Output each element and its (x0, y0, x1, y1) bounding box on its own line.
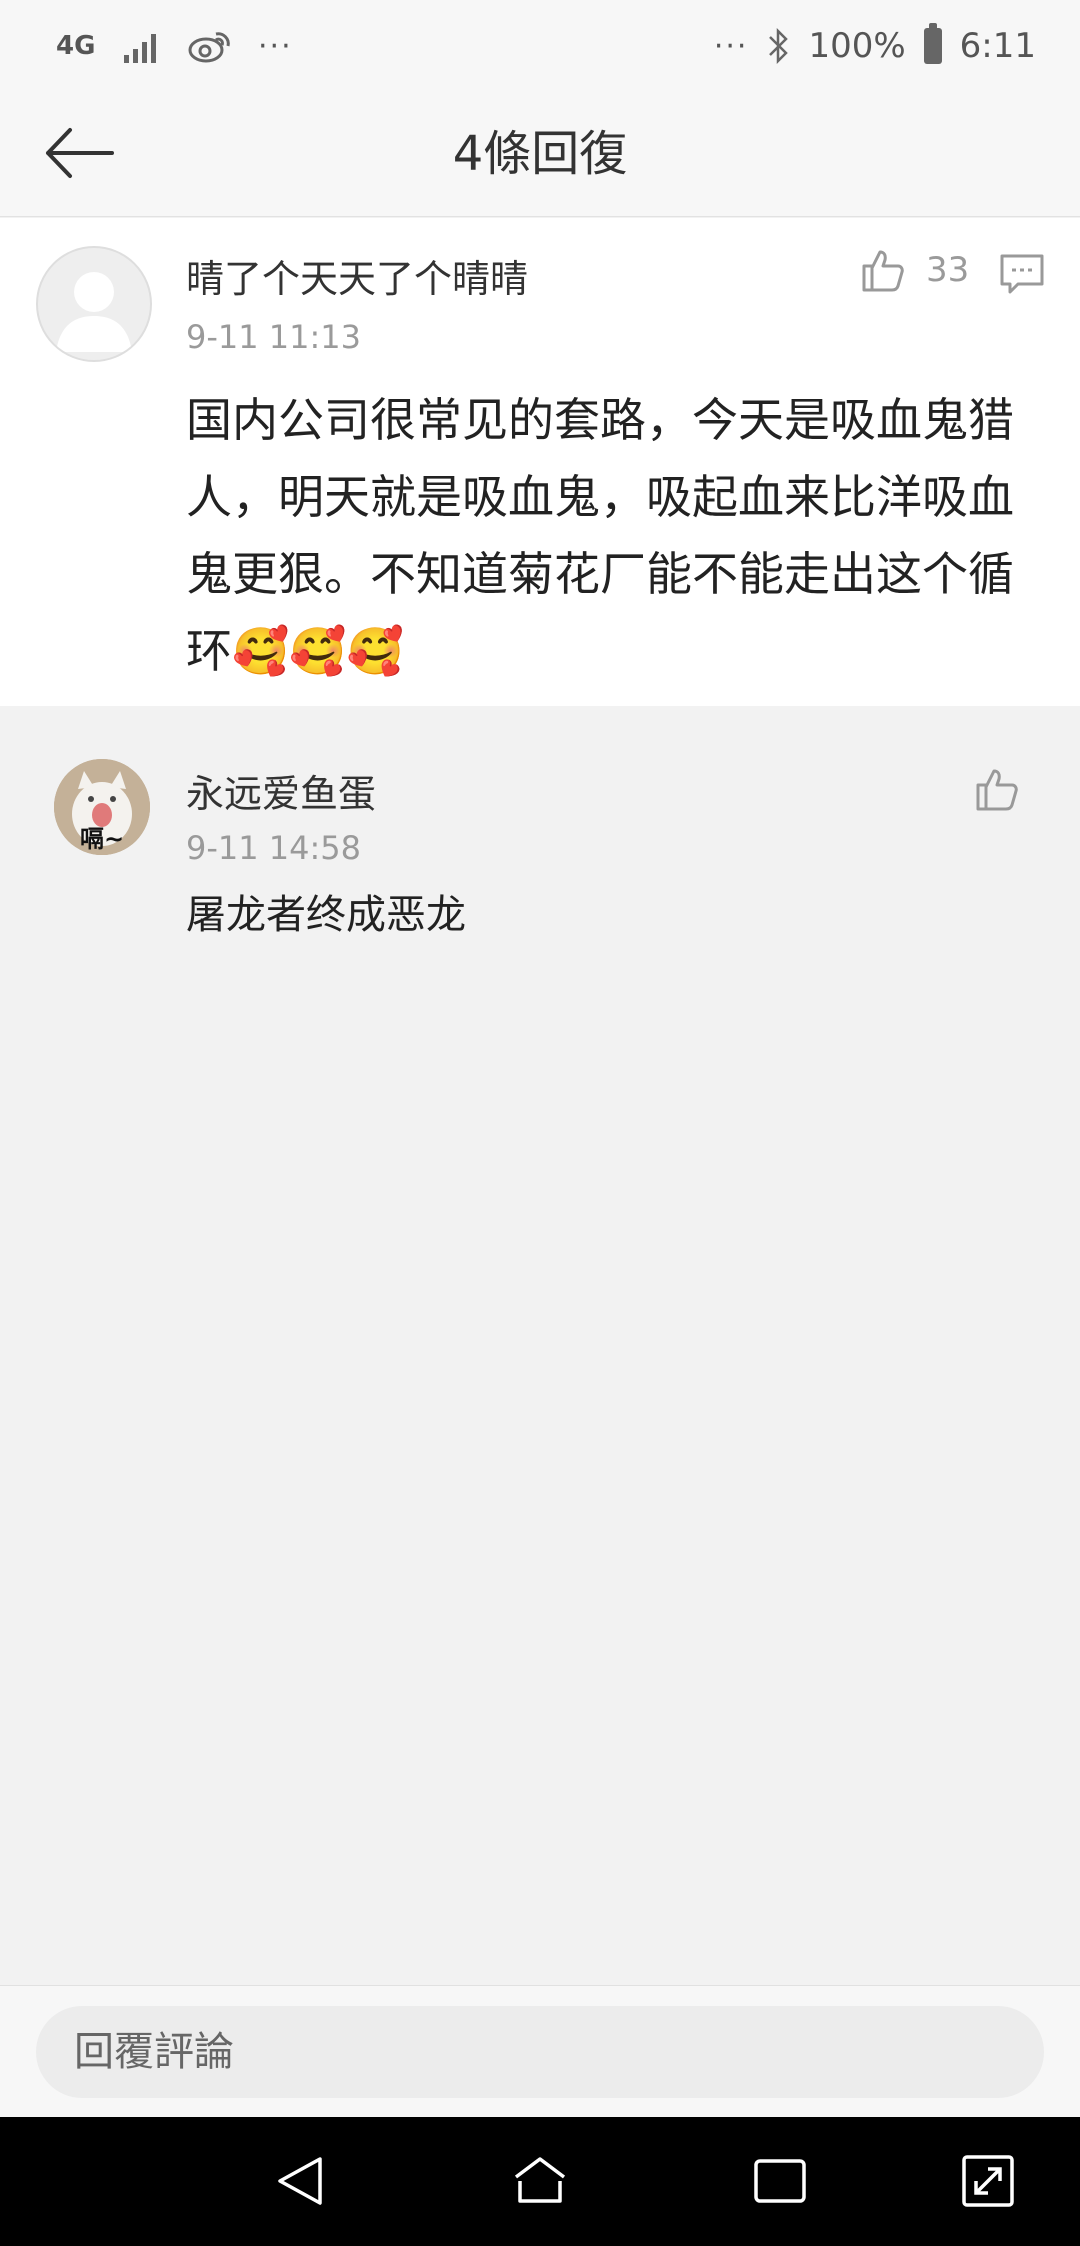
main-comment: 晴了个天天了个晴晴 9-11 11:13 33 国内公司很常见的套路，今天是吸血… (0, 218, 1080, 706)
clock: 6:11 (959, 26, 1036, 66)
thumbs-up-icon (862, 250, 904, 292)
comment-text: 屠龙者终成恶龙 (186, 892, 466, 938)
network-type: 4G (56, 31, 96, 61)
author-name[interactable]: 晴了个天天了个晴晴 (186, 248, 528, 303)
screen-switch-icon[interactable] (958, 2151, 1018, 2211)
recents-key-icon[interactable] (750, 2151, 810, 2211)
header: 4條回復 (0, 92, 1080, 217)
comment-time: 9-11 11:13 (186, 318, 362, 356)
status-bar: 4G ··· ··· 100% 6:11 (0, 0, 1080, 92)
battery-icon (923, 23, 942, 64)
like-button[interactable] (972, 765, 1020, 813)
author-name[interactable]: 永远爱鱼蛋 (186, 763, 376, 818)
home-key-icon[interactable] (510, 2151, 570, 2211)
reply-item: 嗝~ 永远爱鱼蛋 9-11 14:58 屠龙者终成恶龙 (0, 737, 1080, 987)
page-title: 4條回復 (452, 126, 628, 182)
battery-percent: 100% (808, 26, 906, 66)
more-notifications: ··· (258, 28, 293, 64)
reply-bar (0, 1985, 1080, 2118)
comment-icon (1000, 254, 1044, 294)
avatar-caption: 嗝~ (80, 825, 125, 853)
like-button[interactable]: 33 (858, 246, 969, 294)
back-key-icon[interactable] (270, 2151, 330, 2211)
thumbs-up-icon (976, 769, 1018, 811)
more-status: ··· (713, 28, 749, 64)
signal-icon (124, 34, 156, 63)
avatar[interactable] (36, 246, 152, 362)
comment-text: 国内公司很常见的套路，今天是吸血鬼猎人，明天就是吸血鬼，吸起血来比洋吸血鬼更狠。… (186, 393, 1014, 678)
like-count: 33 (926, 250, 970, 290)
bluetooth-icon (769, 28, 789, 64)
default-avatar-icon (56, 272, 132, 352)
avatar[interactable]: 嗝~ (54, 759, 150, 855)
reply-comment-button[interactable] (998, 252, 1046, 300)
reply-input[interactable] (36, 2006, 1044, 2098)
system-navigation-bar (0, 2117, 1080, 2246)
weibo-icon (188, 32, 230, 63)
comment-time: 9-11 14:58 (186, 829, 362, 867)
